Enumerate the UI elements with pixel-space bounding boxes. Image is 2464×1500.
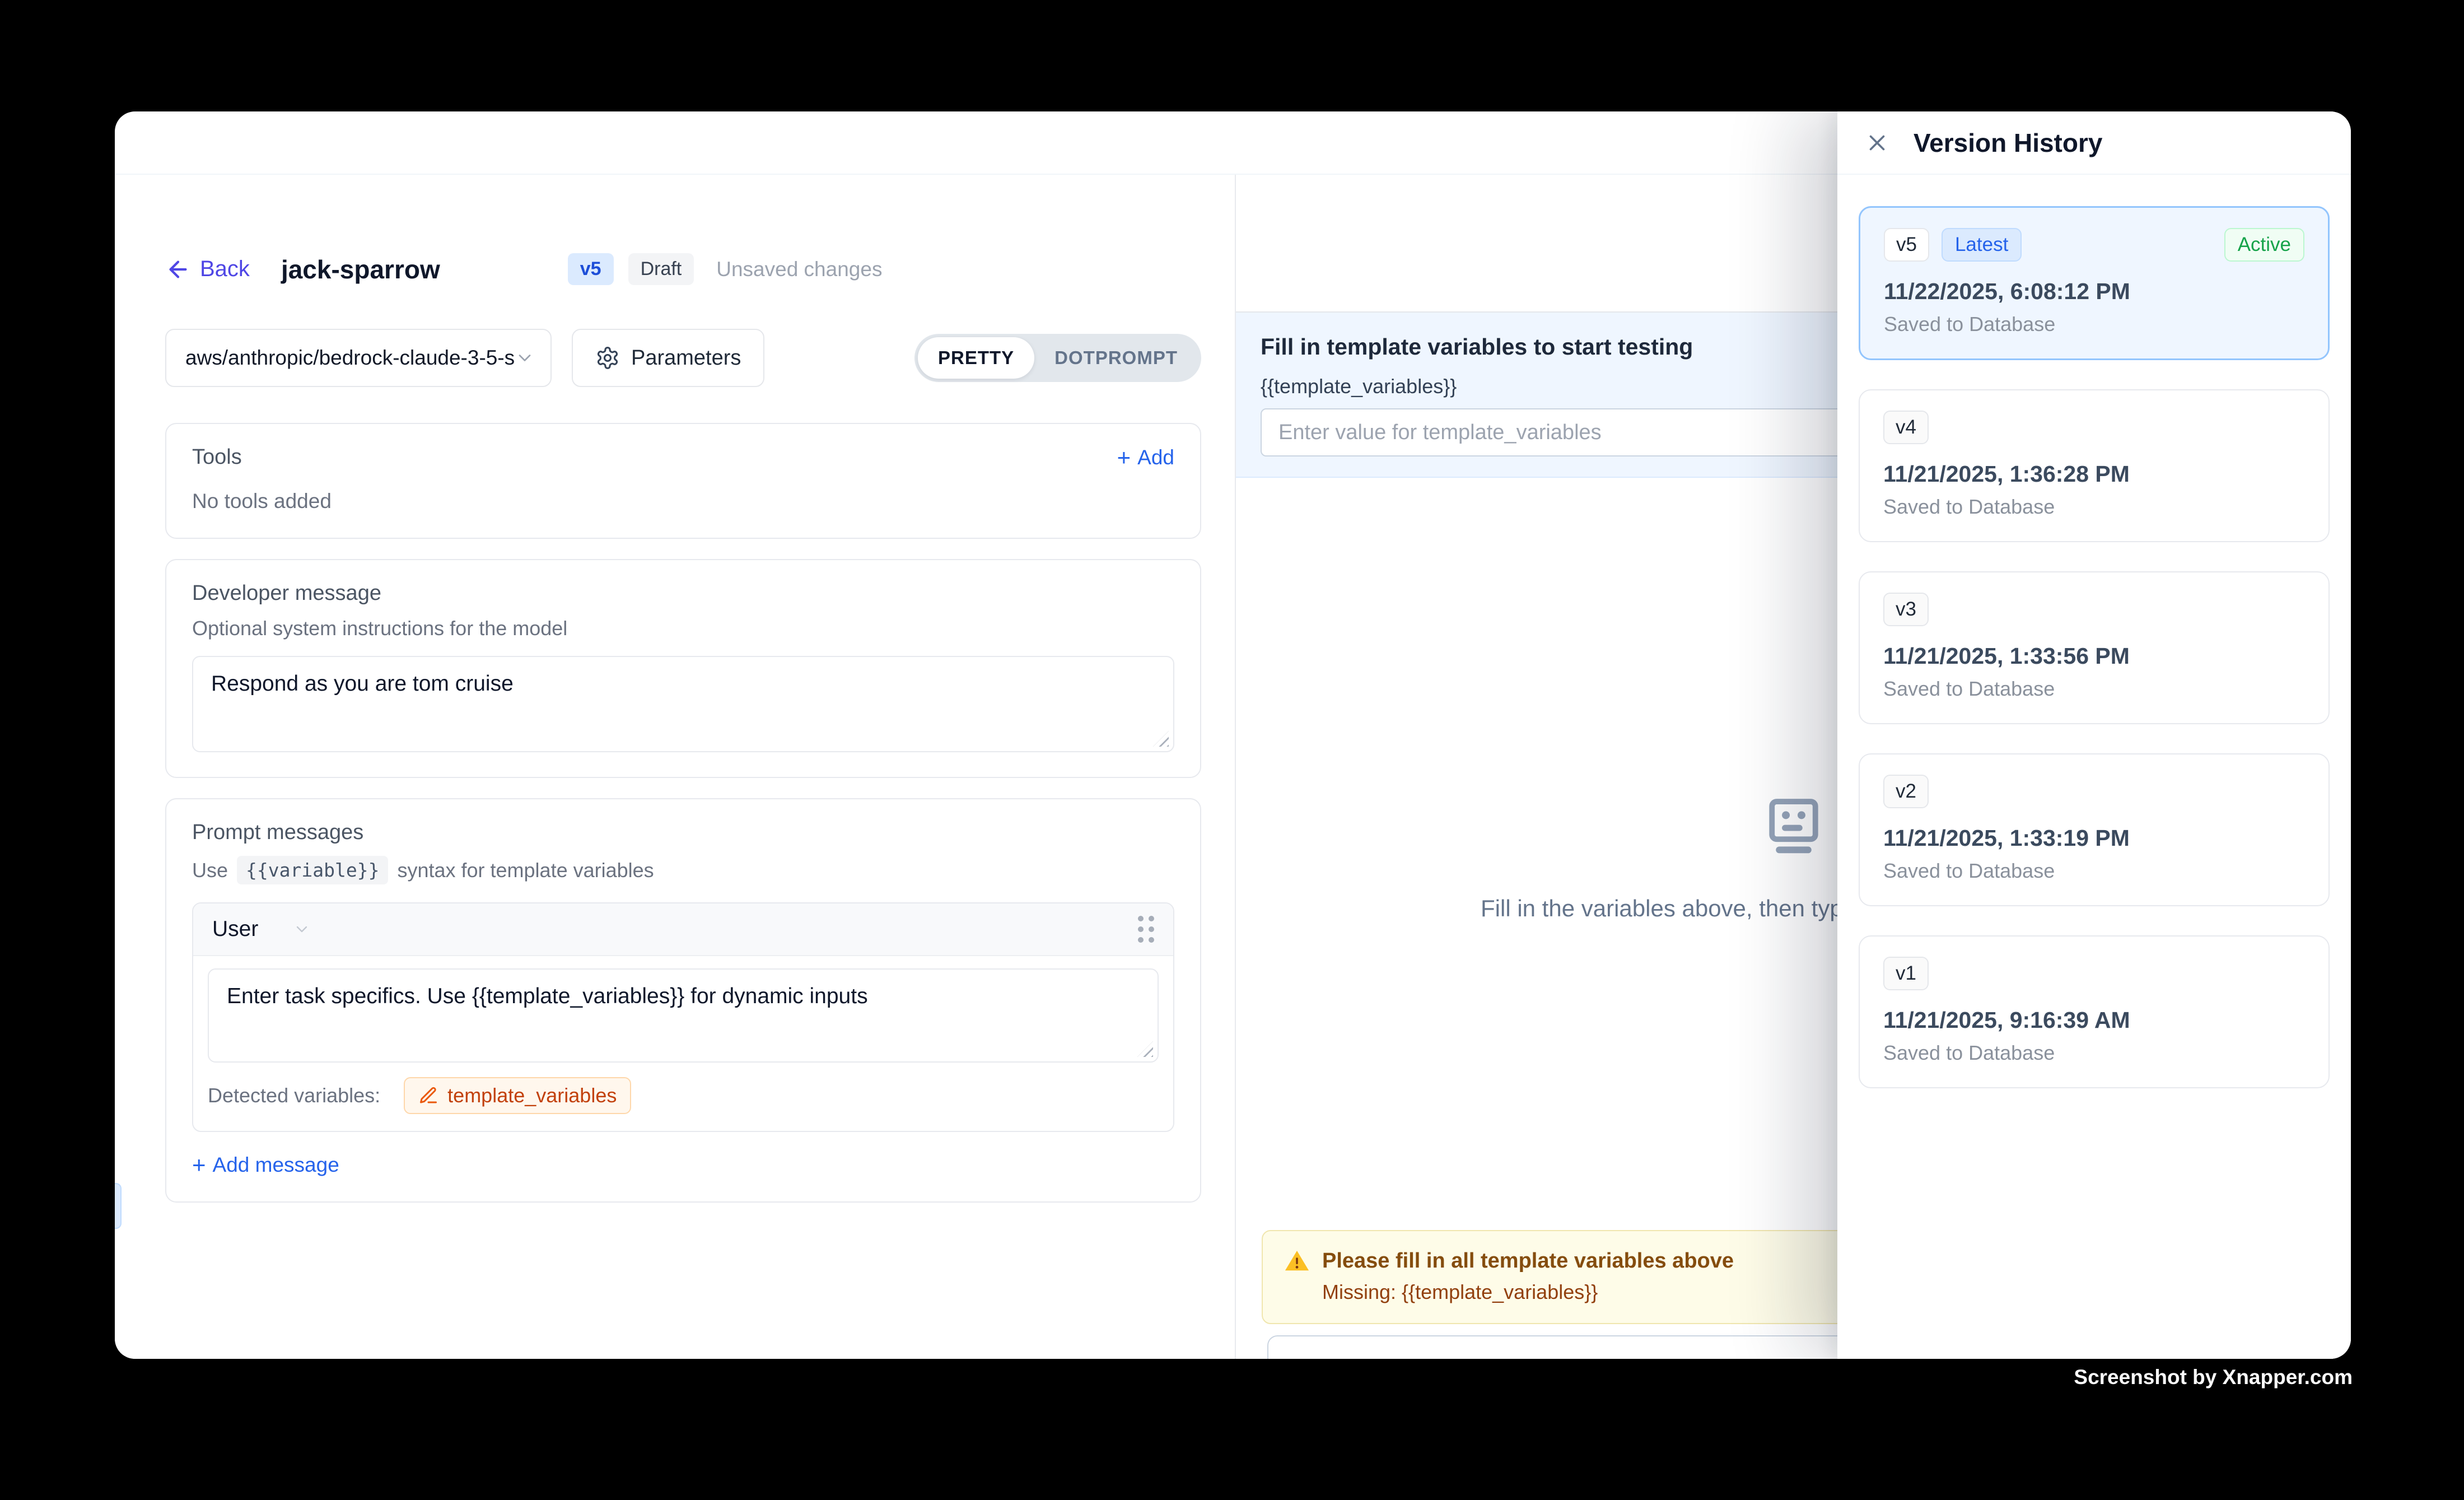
version-card[interactable]: v5 Latest Active 11/22/2025, 6:08:12 PM … bbox=[1859, 206, 2330, 360]
model-select[interactable]: aws/anthropic/bedrock-claude-3-5-s... bbox=[165, 329, 552, 387]
detected-variables-row: Detected variables: template_variables bbox=[193, 1063, 1173, 1131]
bot-icon bbox=[1759, 791, 1828, 861]
add-message-label: Add message bbox=[213, 1153, 339, 1177]
prompt-messages-title: Prompt messages bbox=[192, 821, 1174, 845]
version-badge-row: v4 bbox=[1883, 411, 2305, 444]
version-card[interactable]: v4 11/21/2025, 1:36:28 PM Saved to Datab… bbox=[1859, 389, 2330, 542]
parameters-button[interactable]: Parameters bbox=[572, 329, 764, 387]
tools-empty-text: No tools added bbox=[192, 490, 1174, 513]
active-badge: Active bbox=[2224, 228, 2304, 262]
version-status: Saved to Database bbox=[1884, 313, 2304, 336]
version-number-badge: v3 bbox=[1883, 593, 1929, 626]
version-history-panel: Version History v5 Latest Active 11/22/2… bbox=[1837, 111, 2351, 1359]
notification-edge-sliver bbox=[115, 1183, 122, 1229]
version-timestamp: 11/21/2025, 9:16:39 AM bbox=[1883, 1007, 2305, 1033]
message-content-textarea[interactable]: Enter task specifics. Use {{template_var… bbox=[208, 968, 1159, 1063]
plus-icon: + bbox=[1117, 446, 1131, 469]
prompt-messages-card: Prompt messages Use {{variable}} syntax … bbox=[165, 798, 1201, 1203]
version-status: Saved to Database bbox=[1883, 1041, 2305, 1065]
latest-badge: Latest bbox=[1942, 228, 2022, 262]
drag-handle-icon[interactable] bbox=[1138, 916, 1154, 943]
arrow-left-icon bbox=[165, 257, 191, 282]
detected-variables-label: Detected variables: bbox=[208, 1084, 380, 1107]
version-number-badge: v5 bbox=[1884, 228, 1929, 262]
hint-prefix: Use bbox=[192, 859, 228, 882]
message-role-header[interactable]: User bbox=[193, 903, 1173, 956]
variable-syntax-chip: {{variable}} bbox=[237, 856, 388, 884]
chevron-down-icon bbox=[293, 920, 311, 938]
plus-icon: + bbox=[192, 1153, 206, 1177]
unsaved-changes-label: Unsaved changes bbox=[716, 258, 882, 281]
add-tool-button[interactable]: + Add bbox=[1117, 446, 1174, 469]
developer-message-textarea[interactable]: Respond as you are tom cruise bbox=[192, 656, 1174, 752]
version-status: Saved to Database bbox=[1883, 495, 2305, 519]
version-timestamp: 11/21/2025, 1:36:28 PM bbox=[1883, 461, 2305, 487]
header-badges: v5 Draft Unsaved changes bbox=[568, 253, 883, 285]
toggle-dotprompt[interactable]: DOTPROMPT bbox=[1034, 337, 1198, 379]
version-card[interactable]: v2 11/21/2025, 1:33:19 PM Saved to Datab… bbox=[1859, 753, 2330, 906]
app-window: Back jack-sparrow v5 Draft Unsaved chang… bbox=[115, 111, 2351, 1359]
detected-variable-chip[interactable]: template_variables bbox=[404, 1077, 631, 1114]
version-status: Saved to Database bbox=[1883, 859, 2305, 883]
chevron-down-icon bbox=[515, 348, 535, 368]
developer-message-title: Developer message bbox=[192, 581, 1174, 605]
version-list: v5 Latest Active 11/22/2025, 6:08:12 PM … bbox=[1837, 175, 2351, 1359]
hint-suffix: syntax for template variables bbox=[397, 859, 654, 882]
add-tool-label: Add bbox=[1137, 446, 1174, 469]
empty-state-caption: Fill in the variables above, then type bbox=[1481, 895, 1856, 922]
version-history-header: Version History bbox=[1837, 111, 2351, 175]
screenshot-backdrop: Back jack-sparrow v5 Draft Unsaved chang… bbox=[0, 0, 2464, 1500]
detected-variable-name: template_variables bbox=[447, 1084, 617, 1107]
prompt-message-block: User Enter task specifics. Use {{templat… bbox=[192, 902, 1174, 1132]
back-label: Back bbox=[200, 257, 250, 282]
tools-title: Tools bbox=[192, 445, 242, 469]
model-select-value: aws/anthropic/bedrock-claude-3-5-s... bbox=[185, 346, 515, 370]
version-timestamp: 11/21/2025, 1:33:56 PM bbox=[1883, 643, 2305, 669]
watermark-label: Screenshot by Xnapper.com bbox=[2074, 1366, 2353, 1389]
prompt-messages-hint: Use {{variable}} syntax for template var… bbox=[192, 856, 1174, 884]
developer-message-subtitle: Optional system instructions for the mod… bbox=[192, 617, 1174, 640]
back-button[interactable]: Back bbox=[165, 257, 250, 282]
version-status: Saved to Database bbox=[1883, 677, 2305, 701]
breadcrumb-row: Back jack-sparrow v5 Draft Unsaved chang… bbox=[165, 253, 1201, 285]
view-mode-toggle: PRETTY DOTPROMPT bbox=[914, 334, 1201, 382]
model-toolbar: aws/anthropic/bedrock-claude-3-5-s... Pa… bbox=[165, 329, 1201, 387]
version-timestamp: 11/22/2025, 6:08:12 PM bbox=[1884, 278, 2304, 305]
gear-icon bbox=[595, 346, 620, 370]
version-number-badge: v2 bbox=[1883, 775, 1929, 808]
developer-message-card: Developer message Optional system instru… bbox=[165, 559, 1201, 778]
message-role-value: User bbox=[212, 917, 258, 942]
prompt-editor-column: Back jack-sparrow v5 Draft Unsaved chang… bbox=[115, 175, 1235, 1359]
version-number-badge: v1 bbox=[1883, 957, 1929, 990]
warning-triangle-icon bbox=[1284, 1248, 1310, 1274]
version-history-title: Version History bbox=[1914, 128, 2102, 158]
draft-badge: Draft bbox=[628, 253, 694, 285]
version-card[interactable]: v3 11/21/2025, 1:33:56 PM Saved to Datab… bbox=[1859, 571, 2330, 724]
tools-card: Tools + Add No tools added bbox=[165, 423, 1201, 539]
toggle-pretty[interactable]: PRETTY bbox=[918, 337, 1034, 379]
version-number-badge: v4 bbox=[1883, 411, 1929, 444]
version-badge-row: v2 bbox=[1883, 775, 2305, 808]
version-card[interactable]: v1 11/21/2025, 9:16:39 AM Saved to Datab… bbox=[1859, 935, 2330, 1088]
version-badge-row: v1 bbox=[1883, 957, 2305, 990]
page-title: jack-sparrow bbox=[281, 254, 440, 285]
warning-title: Please fill in all template variables ab… bbox=[1322, 1249, 1734, 1273]
pencil-icon bbox=[418, 1086, 438, 1106]
close-icon[interactable] bbox=[1864, 130, 1890, 156]
parameters-label: Parameters bbox=[631, 346, 741, 370]
version-badge: v5 bbox=[568, 253, 614, 285]
version-badge-row: v5 Latest Active bbox=[1884, 228, 2304, 262]
version-timestamp: 11/21/2025, 1:33:19 PM bbox=[1883, 825, 2305, 851]
version-badge-row: v3 bbox=[1883, 593, 2305, 626]
add-message-button[interactable]: + Add message bbox=[192, 1153, 1174, 1177]
